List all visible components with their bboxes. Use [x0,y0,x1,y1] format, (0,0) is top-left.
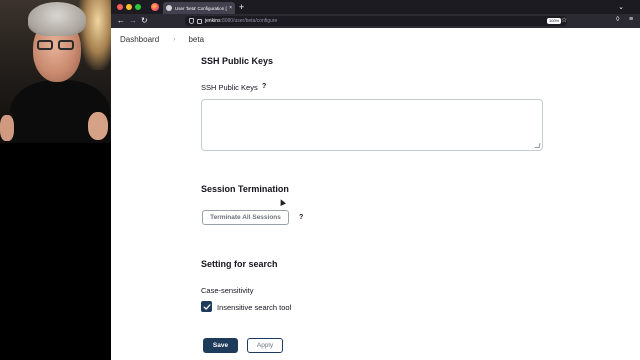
checkmark-icon [203,303,211,310]
insensitive-search-checkbox[interactable] [201,301,212,312]
close-window-button[interactable] [117,4,123,10]
breadcrumb-beta[interactable]: beta [188,35,204,44]
active-tab[interactable]: User 'beta' Configuration [Jenkins] × [163,2,235,14]
webcam-overlay [0,0,111,143]
minimize-window-button[interactable] [126,4,132,10]
tab-title: User 'beta' Configuration [Jenkins] [175,5,227,11]
reload-icon[interactable]: ↻ [141,16,148,26]
apply-button[interactable]: Apply [247,338,283,353]
terminate-help-icon[interactable]: ? [299,214,303,221]
jenkins-page: Dashboard › beta SSH Public Keys SSH Pub… [111,28,640,360]
bookmark-star-icon[interactable]: ☆ [561,16,567,24]
session-section-heading: Session Termination [201,184,289,194]
tab-bar: User 'beta' Configuration [Jenkins] × + … [111,0,640,14]
insensitive-search-label[interactable]: Insensitive search tool [217,303,291,312]
pocket-icon[interactable]: ◊ [616,16,619,23]
firefox-icon [151,3,159,11]
breadcrumb-dashboard[interactable]: Dashboard [120,35,159,44]
browser-window: User 'beta' Configuration [Jenkins] × + … [111,0,640,360]
jenkins-favicon-icon [166,5,172,11]
breadcrumb-separator-icon: › [173,36,176,43]
nav-bar: ← → ↻ jenkins:8080/user/beta/configure 1… [111,14,640,28]
ssh-keys-help-icon[interactable]: ? [262,83,266,90]
back-arrow-icon[interactable]: ← [117,16,125,26]
address-bar[interactable]: jenkins:8080/user/beta/configure [185,16,567,26]
terminate-all-sessions-button[interactable]: Terminate All Sessions [202,210,289,225]
resize-handle-icon[interactable] [534,143,541,148]
site-info-icon[interactable] [197,18,202,24]
breadcrumb: Dashboard › beta [120,35,204,44]
save-button[interactable]: Save [203,338,238,353]
maximize-window-button[interactable] [135,4,141,10]
list-tabs-chevron-icon[interactable]: ⌄ [618,3,624,11]
url-text: jenkins:8080/user/beta/configure [205,18,278,24]
zoom-level-badge[interactable]: 100% [547,18,562,24]
mouse-cursor-icon [278,198,286,206]
tab-close-icon[interactable]: × [229,5,232,11]
case-sensitivity-label: Case-sensitivity [201,286,254,295]
search-section-heading: Setting for search [201,259,278,269]
ssh-section-heading: SSH Public Keys [201,56,274,66]
menu-icon[interactable]: ≡ [629,16,633,23]
forward-arrow-icon[interactable]: → [129,16,137,26]
screen: User 'beta' Configuration [Jenkins] × + … [0,0,640,360]
ssh-keys-textarea[interactable] [201,99,543,151]
tracking-shield-icon[interactable] [189,18,194,24]
new-tab-button[interactable]: + [239,2,244,12]
ssh-keys-label: SSH Public Keys [201,83,258,92]
